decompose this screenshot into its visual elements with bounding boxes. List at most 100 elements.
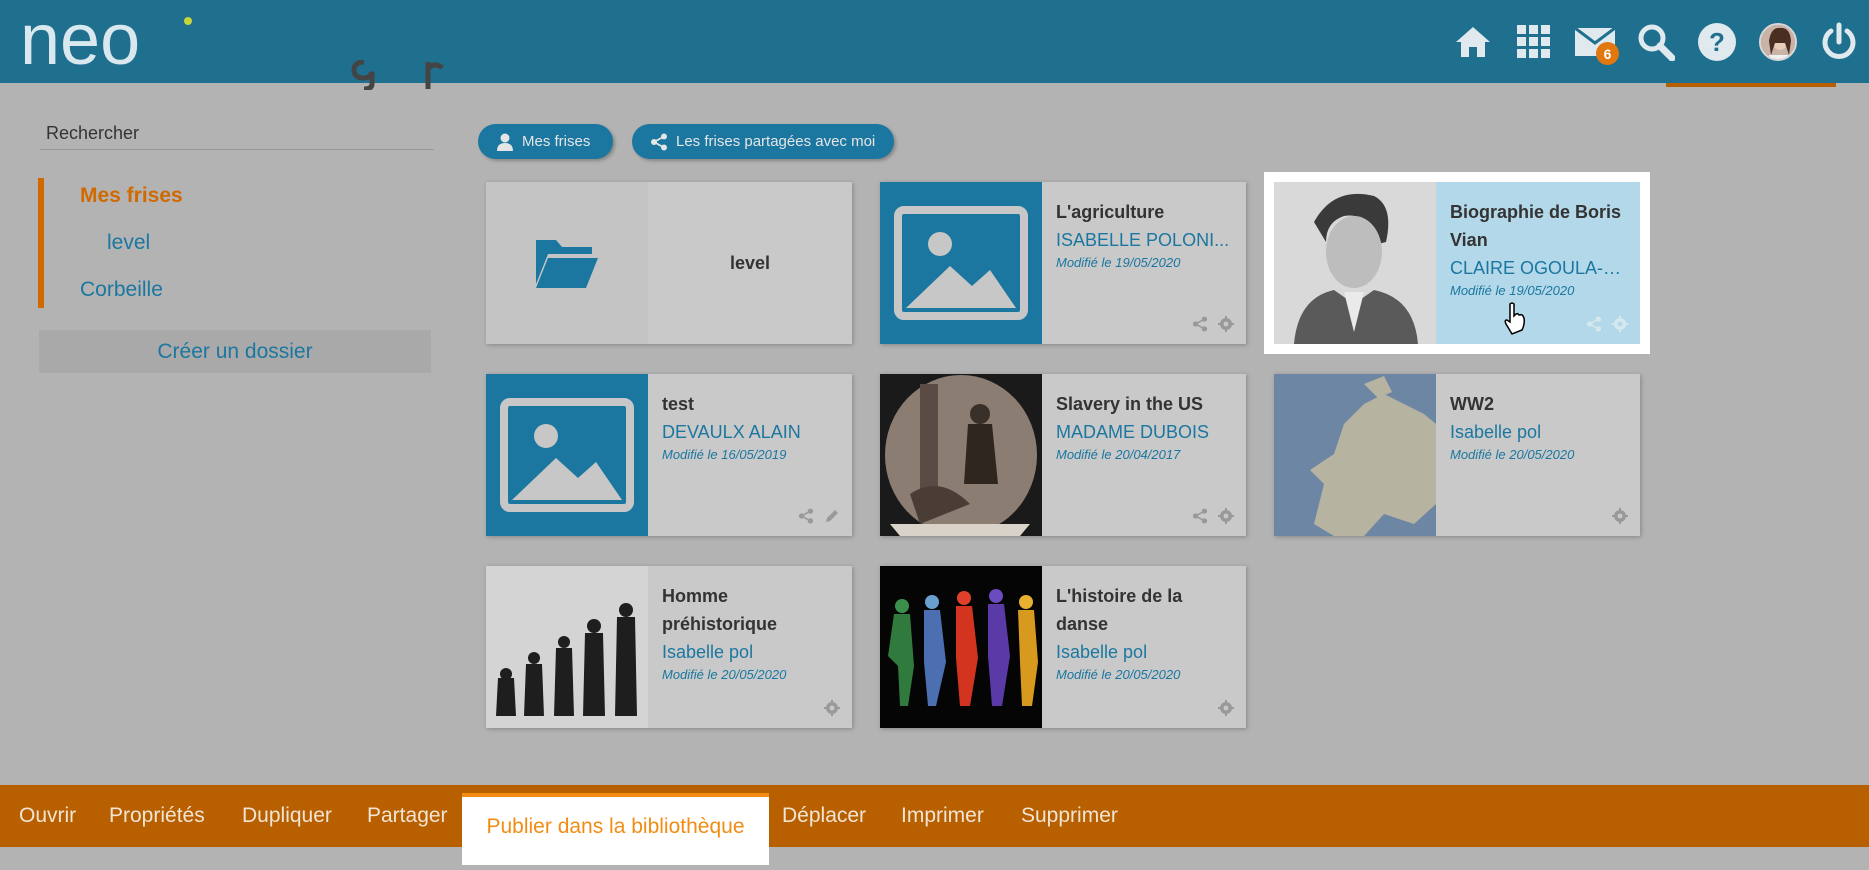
share-icon[interactable] (798, 508, 814, 524)
frise-card[interactable]: L'histoire de la danse Isabelle pol Modi… (880, 566, 1246, 728)
folder-open-icon (536, 240, 598, 288)
card-title: WW2 (1450, 394, 1494, 414)
search-button[interactable] (1625, 0, 1686, 83)
card-title: L'histoire de la danse (1056, 586, 1183, 634)
help-button[interactable]: ? (1686, 0, 1747, 83)
dancers-painting-icon (880, 566, 1042, 728)
card-title: test (662, 394, 695, 414)
tree-item-level[interactable]: level (107, 231, 150, 255)
card-date: Modifié le 20/04/2017 (1056, 447, 1181, 462)
properties-button[interactable]: Propriétés (109, 785, 205, 847)
card-owner[interactable]: Isabelle pol (1056, 638, 1236, 666)
gear-icon[interactable] (824, 700, 840, 716)
engraving-photo-icon (885, 375, 1037, 536)
card-owner[interactable]: DEVAULX ALAIN (662, 418, 842, 446)
move-button[interactable]: Déplacer (782, 785, 866, 847)
frise-card[interactable]: WW2 Isabelle pol Modifié le 20/05/2020 (1274, 374, 1640, 536)
action-toolbar: Ouvrir Propriétés Dupliquer Partager Dép… (0, 785, 1869, 847)
logo-text: neo (20, 8, 140, 70)
image-placeholder-icon (500, 398, 634, 512)
svg-text:?: ? (1709, 27, 1725, 57)
card-owner[interactable]: ISABELLE POLONI... (1056, 226, 1236, 254)
gear-icon[interactable] (1218, 508, 1234, 524)
card-thumbnail (880, 374, 1042, 536)
share-button[interactable]: Partager (367, 785, 448, 847)
duplicate-button[interactable]: Dupliquer (242, 785, 332, 847)
card-title: L'agriculture (1056, 202, 1165, 222)
image-placeholder-icon (894, 206, 1028, 320)
avatar (1758, 22, 1797, 61)
frise-card[interactable]: Slavery in the US MADAME DUBOIS Modifié … (880, 374, 1246, 536)
home-button[interactable] (1442, 0, 1503, 83)
mail-count-badge: 6 (1596, 42, 1619, 65)
filter-shared-label: Les frises partagées avec moi (676, 133, 876, 150)
share-icon (651, 133, 667, 150)
hand-cursor-icon (1504, 302, 1525, 335)
card-date: Modifié le 16/05/2019 (662, 447, 787, 462)
page-title-fragment (351, 60, 444, 90)
power-icon (1822, 22, 1855, 59)
card-owner[interactable]: Isabelle pol (1450, 418, 1630, 446)
folder-card-title: level (729, 252, 771, 273)
card-owner[interactable]: CLAIRE OGOULA-N... (1450, 254, 1630, 282)
gear-icon[interactable] (1218, 316, 1234, 332)
search-icon (1638, 24, 1675, 61)
card-title: Biographie de Boris Vian (1450, 202, 1622, 250)
logout-button[interactable] (1808, 0, 1869, 83)
frise-card[interactable]: test DEVAULX ALAIN Modifié le 16/05/2019 (486, 374, 852, 536)
help-icon: ? (1697, 22, 1736, 61)
share-icon[interactable] (1192, 316, 1208, 332)
europe-map-icon (1274, 374, 1436, 536)
card-title: Slavery in the US (1056, 394, 1204, 414)
card-date: Modifié le 20/05/2020 (1450, 447, 1575, 462)
folder-tree: Mes frises level Corbeille (38, 178, 438, 308)
pencil-icon[interactable] (824, 508, 840, 524)
tree-item-corbeille[interactable]: Corbeille (80, 278, 163, 302)
open-button[interactable]: Ouvrir (19, 785, 76, 847)
tree-item-mes-frises[interactable]: Mes frises (80, 184, 183, 208)
neo-logo[interactable]: neo (20, 8, 202, 70)
apps-button[interactable] (1503, 0, 1564, 83)
top-icons: 6 ? (1442, 0, 1869, 83)
user-photo-icon (1760, 24, 1795, 59)
portrait-photo-icon (1274, 182, 1436, 344)
gear-icon[interactable] (1612, 508, 1628, 524)
publish-library-button[interactable]: Publier dans la bibliothèque (462, 793, 769, 865)
user-icon (497, 133, 513, 151)
card-date: Modifié le 19/05/2020 (1450, 283, 1575, 298)
search-input[interactable] (40, 118, 434, 148)
top-bar: neo 6 ? (0, 0, 1869, 83)
filter-mes-frises-label: Mes frises (522, 133, 591, 150)
card-thumbnail (486, 374, 648, 536)
card-date: Modifié le 19/05/2020 (1056, 255, 1181, 270)
card-thumbnail (880, 182, 1042, 344)
frise-card[interactable]: Homme préhistorique Isabelle pol Modifié… (486, 566, 852, 728)
gear-icon[interactable] (1612, 316, 1628, 332)
filter-mes-frises-button[interactable]: Mes frises (478, 124, 613, 159)
card-date: Modifié le 20/05/2020 (662, 667, 787, 682)
frise-card-selected[interactable]: Biographie de Boris Vian CLAIRE OGOULA-N… (1274, 182, 1640, 344)
share-icon[interactable] (1192, 508, 1208, 524)
card-owner[interactable]: Isabelle pol (662, 638, 842, 666)
delete-button[interactable]: Supprimer (1021, 785, 1118, 847)
card-date: Modifié le 20/05/2020 (1056, 667, 1181, 682)
card-thumbnail (486, 566, 648, 728)
card-thumbnail (880, 566, 1042, 728)
evolution-silhouettes-icon (486, 566, 648, 728)
print-button[interactable]: Imprimer (901, 785, 984, 847)
apps-grid-icon (1516, 24, 1550, 58)
home-icon (1455, 26, 1490, 57)
frise-card[interactable]: L'agriculture ISABELLE POLONI... Modifié… (880, 182, 1246, 344)
filter-shared-button[interactable]: Les frises partagées avec moi (632, 124, 894, 159)
card-owner[interactable]: MADAME DUBOIS (1056, 418, 1236, 446)
card-thumbnail (1274, 182, 1436, 344)
create-folder-button[interactable]: Créer un dossier (39, 330, 431, 373)
folder-card-level[interactable]: level (486, 182, 852, 344)
search-field-wrap (40, 118, 434, 150)
gear-icon[interactable] (1218, 700, 1234, 716)
avatar-button[interactable] (1747, 0, 1808, 83)
card-title: Homme préhistorique (662, 586, 778, 634)
share-icon[interactable] (1586, 316, 1602, 332)
mail-button[interactable]: 6 (1564, 0, 1625, 83)
card-thumbnail (1274, 374, 1436, 536)
